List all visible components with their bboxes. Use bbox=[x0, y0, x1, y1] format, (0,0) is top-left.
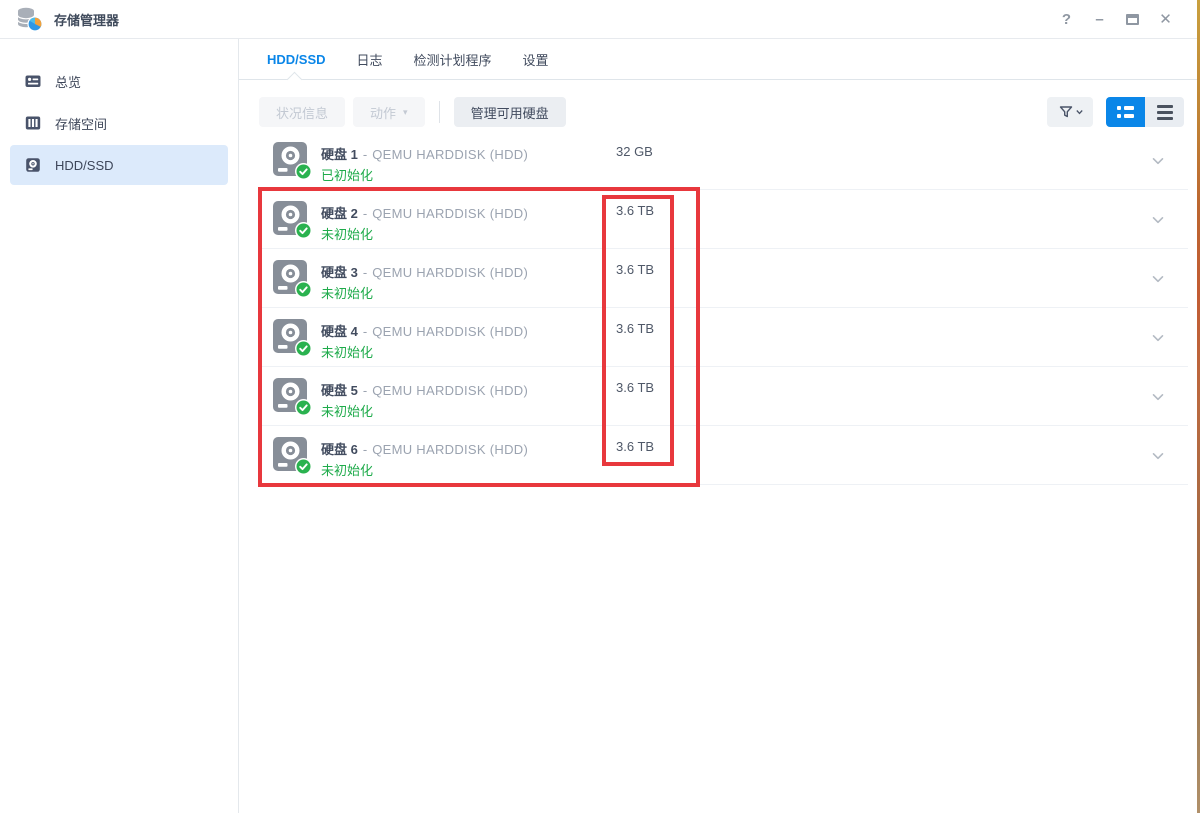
disk-name: 硬盘 3 bbox=[321, 265, 358, 280]
disk-row-5[interactable]: 硬盘 5-QEMU HARDDISK (HDD) 3.6 TB 未初始化 bbox=[259, 367, 1188, 426]
chevron-down-icon[interactable] bbox=[1150, 330, 1166, 346]
manage-drives-label: 管理可用硬盘 bbox=[471, 103, 549, 122]
view-toggle-detail-list[interactable] bbox=[1106, 97, 1145, 127]
tab-hdd-ssd[interactable]: HDD/SSD bbox=[267, 52, 326, 67]
disk-status: 已初始化 bbox=[321, 165, 373, 184]
disk-size: 3.6 TB bbox=[616, 439, 654, 454]
disk-drive-icon bbox=[272, 259, 309, 300]
status-check-icon bbox=[295, 340, 312, 357]
disk-status: 未初始化 bbox=[321, 342, 373, 361]
disk-row-2[interactable]: 硬盘 2-QEMU HARDDISK (HDD) 3.6 TB 未初始化 bbox=[259, 190, 1188, 249]
view-toggle-simple-list[interactable] bbox=[1145, 97, 1184, 127]
separator: - bbox=[363, 147, 367, 162]
status-check-icon bbox=[295, 458, 312, 475]
disk-row-6[interactable]: 硬盘 6-QEMU HARDDISK (HDD) 3.6 TB 未初始化 bbox=[259, 426, 1188, 485]
status-check-icon bbox=[295, 222, 312, 239]
close-button[interactable]: ✕ bbox=[1149, 6, 1182, 32]
health-info-label: 状况信息 bbox=[276, 103, 328, 122]
storage-pool-icon bbox=[24, 114, 42, 132]
minimize-button[interactable]: – bbox=[1083, 6, 1116, 32]
action-label: 动作 bbox=[370, 103, 396, 122]
sidebar-item-label: HDD/SSD bbox=[55, 158, 114, 173]
disk-status: 未初始化 bbox=[321, 401, 373, 420]
disk-name: 硬盘 6 bbox=[321, 442, 358, 457]
disk-model: QEMU HARDDISK (HDD) bbox=[372, 383, 528, 398]
chevron-down-icon[interactable] bbox=[1150, 389, 1166, 405]
toolbar-divider bbox=[439, 101, 440, 123]
status-check-icon bbox=[295, 399, 312, 416]
detail-list-icon bbox=[1117, 106, 1134, 118]
disk-row-4[interactable]: 硬盘 4-QEMU HARDDISK (HDD) 3.6 TB 未初始化 bbox=[259, 308, 1188, 367]
separator: - bbox=[363, 206, 367, 221]
disk-status: 未初始化 bbox=[321, 283, 373, 302]
disk-name: 硬盘 2 bbox=[321, 206, 358, 221]
window-title: 存储管理器 bbox=[54, 10, 119, 29]
disk-model: QEMU HARDDISK (HDD) bbox=[372, 147, 528, 162]
chevron-down-icon[interactable] bbox=[1150, 271, 1166, 287]
toolbar: 状况信息 动作 ▾ 管理可用硬盘 bbox=[239, 80, 1200, 131]
sidebar-item-hdd-ssd[interactable]: HDD/SSD bbox=[10, 145, 228, 185]
filter-funnel-icon bbox=[1058, 104, 1074, 120]
sidebar-item-label: 存储空间 bbox=[55, 114, 107, 133]
disk-size: 3.6 TB bbox=[616, 380, 654, 395]
tab-settings[interactable]: 设置 bbox=[523, 50, 549, 69]
status-check-icon bbox=[295, 281, 312, 298]
tab-logs[interactable]: 日志 bbox=[357, 50, 383, 69]
view-toggle-group bbox=[1106, 97, 1184, 127]
disk-name: 硬盘 4 bbox=[321, 324, 358, 339]
disk-model: QEMU HARDDISK (HDD) bbox=[372, 442, 528, 457]
disk-status: 未初始化 bbox=[321, 460, 373, 479]
tab-bar: HDD/SSD 日志 检测计划程序 设置 bbox=[239, 39, 1200, 80]
hdd-icon bbox=[24, 156, 42, 174]
separator: - bbox=[363, 442, 367, 457]
chevron-down-icon: ▾ bbox=[403, 108, 408, 117]
sidebar: 总览 存储空间 bbox=[0, 39, 239, 813]
status-check-icon bbox=[295, 163, 312, 180]
health-info-button[interactable]: 状况信息 bbox=[259, 97, 345, 127]
sidebar-item-storage-pool[interactable]: 存储空间 bbox=[10, 103, 228, 143]
storage-manager-app-icon bbox=[16, 6, 44, 32]
disk-model: QEMU HARDDISK (HDD) bbox=[372, 324, 528, 339]
disk-row-1[interactable]: 硬盘 1-QEMU HARDDISK (HDD) 32 GB 已初始化 bbox=[259, 131, 1188, 190]
manage-drives-button[interactable]: 管理可用硬盘 bbox=[454, 97, 566, 127]
disk-name: 硬盘 1 bbox=[321, 147, 358, 162]
filter-caret-icon bbox=[1076, 109, 1083, 115]
disk-drive-icon bbox=[272, 200, 309, 241]
disk-size: 3.6 TB bbox=[616, 203, 654, 218]
disk-size: 3.6 TB bbox=[616, 321, 654, 336]
window-controls: ? – ✕ bbox=[1050, 6, 1182, 32]
maximize-icon bbox=[1126, 14, 1139, 25]
tab-test-scheduler[interactable]: 检测计划程序 bbox=[414, 50, 492, 69]
disk-drive-icon bbox=[272, 141, 309, 182]
disk-drive-icon bbox=[272, 436, 309, 477]
main-panel: HDD/SSD 日志 检测计划程序 设置 状况信息 动作 ▾ 管理可用硬盘 bbox=[239, 39, 1200, 813]
sidebar-item-label: 总览 bbox=[55, 72, 81, 91]
separator: - bbox=[363, 383, 367, 398]
maximize-button[interactable] bbox=[1116, 6, 1149, 32]
disk-row-3[interactable]: 硬盘 3-QEMU HARDDISK (HDD) 3.6 TB 未初始化 bbox=[259, 249, 1188, 308]
disk-model: QEMU HARDDISK (HDD) bbox=[372, 265, 528, 280]
disk-size: 32 GB bbox=[616, 144, 653, 159]
sidebar-item-overview[interactable]: 总览 bbox=[10, 61, 228, 101]
disk-status: 未初始化 bbox=[321, 224, 373, 243]
separator: - bbox=[363, 265, 367, 280]
disk-list: 硬盘 1-QEMU HARDDISK (HDD) 32 GB 已初始化 bbox=[239, 131, 1200, 485]
disk-model: QEMU HARDDISK (HDD) bbox=[372, 206, 528, 221]
disk-drive-icon bbox=[272, 318, 309, 359]
titlebar: 存储管理器 ? – ✕ bbox=[0, 0, 1200, 39]
filter-button[interactable] bbox=[1047, 97, 1093, 127]
chevron-down-icon[interactable] bbox=[1150, 153, 1166, 169]
disk-drive-icon bbox=[272, 377, 309, 418]
separator: - bbox=[363, 324, 367, 339]
chevron-down-icon[interactable] bbox=[1150, 212, 1166, 228]
chevron-down-icon[interactable] bbox=[1150, 448, 1166, 464]
disk-name: 硬盘 5 bbox=[321, 383, 358, 398]
action-button[interactable]: 动作 ▾ bbox=[353, 97, 425, 127]
overview-icon bbox=[24, 72, 42, 90]
help-button[interactable]: ? bbox=[1050, 6, 1083, 32]
disk-size: 3.6 TB bbox=[616, 262, 654, 277]
list-icon bbox=[1157, 105, 1173, 120]
